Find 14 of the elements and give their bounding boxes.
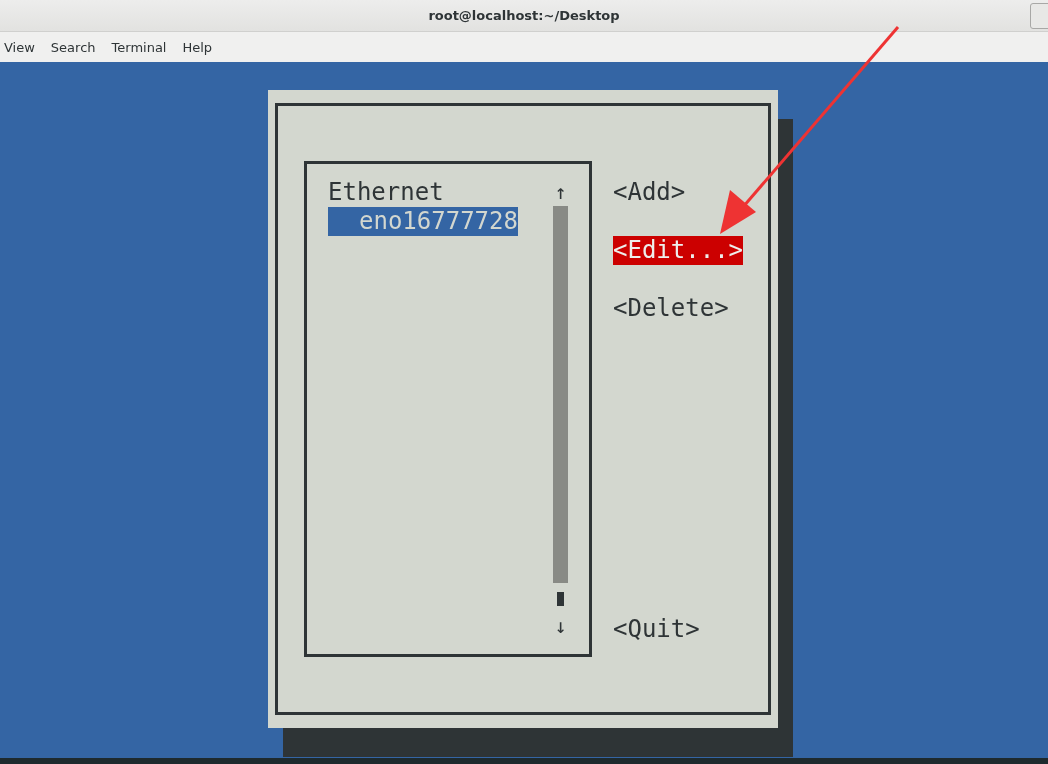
menu-button[interactable]: <Add> — [613, 178, 686, 207]
quit-button[interactable]: <Quit> — [613, 615, 700, 644]
window-title: root@localhost:~/Desktop — [428, 8, 620, 23]
scrollbar-thumb[interactable] — [557, 592, 564, 606]
menu-button[interactable]: <Edit...> — [613, 236, 744, 265]
menu-item[interactable]: View — [0, 39, 43, 55]
menu-item[interactable]: Search — [42, 39, 104, 55]
menu-button[interactable]: <Delete> — [613, 294, 729, 323]
group-label: Ethernet — [328, 178, 444, 206]
menu-item[interactable]: Terminal — [103, 39, 175, 55]
scroll-down-arrow[interactable]: ↓ — [554, 612, 567, 640]
connection-item[interactable]: eno16777728 — [328, 207, 518, 236]
menu-item[interactable]: Help — [174, 39, 221, 55]
scroll-up-arrow[interactable]: ↑ — [554, 178, 567, 206]
